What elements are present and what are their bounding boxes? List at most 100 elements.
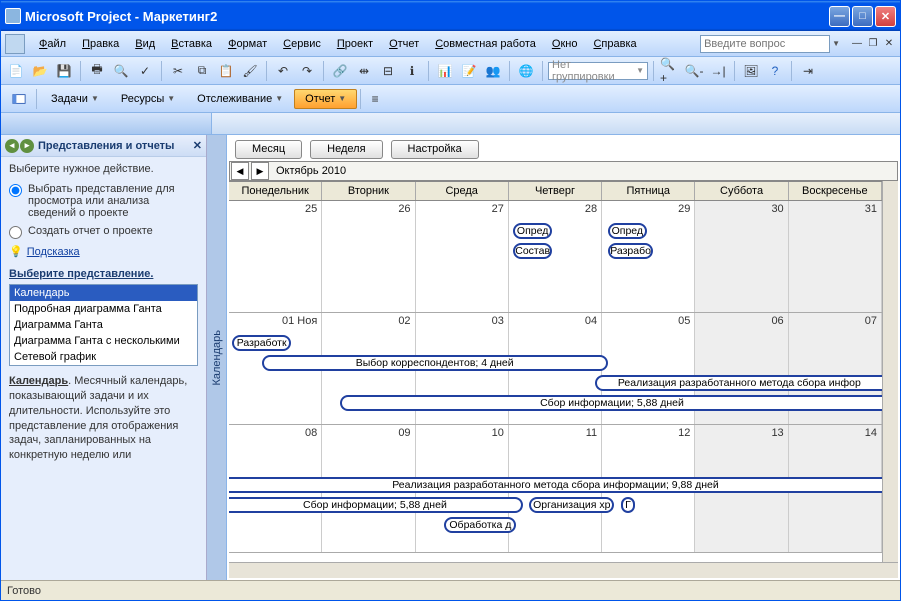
resources-view-button[interactable]: Ресурсы▼ [110, 89, 186, 109]
paste-icon[interactable]: 📋 [215, 60, 237, 82]
next-month-icon[interactable]: ▶ [251, 162, 269, 180]
task-bar[interactable]: Организация хр [529, 497, 614, 513]
guide-prompt: Выберите нужное действие. [9, 163, 198, 175]
menu-file[interactable]: Файл [31, 35, 74, 53]
task-bar[interactable]: Выбор корреспондентов; 4 дней [262, 355, 608, 371]
menu-tools[interactable]: Сервис [275, 35, 329, 53]
toolbar-dropdown-icon[interactable]: ≡ [364, 88, 386, 110]
copy-pic-icon[interactable]: 🖼 [740, 60, 762, 82]
guide-header: ◂ ▸ Представления и отчеты ✕ [1, 135, 206, 157]
task-info-icon[interactable]: 📊 [434, 60, 456, 82]
standard-toolbar: 📄 📂 💾 🖶 🔍 ✓ ✂ ⧉ 📋 🖌 ↶ ↷ 🔗 ⇹ ⊟ ℹ 📊 📝 👥 🌐 … [1, 57, 900, 85]
day-headers: ПонедельникВторникСредаЧетвергПятницаСуб… [229, 181, 882, 201]
copy-icon[interactable]: ⧉ [191, 60, 213, 82]
vertical-view-tab[interactable]: Календарь [207, 135, 227, 580]
task-bar[interactable]: Сбор информации; 5,88 дней [340, 395, 882, 411]
view-bar: Задачи▼ Ресурсы▼ Отслеживание▼ Отчет▼ ≡ [1, 85, 900, 113]
horizontal-scrollbar[interactable] [229, 562, 898, 578]
vertical-scrollbar[interactable] [882, 181, 898, 562]
doc-minimize-icon[interactable]: — [850, 37, 864, 51]
project-icon[interactable] [5, 34, 25, 54]
group-combo[interactable]: Нет группировки▼ [548, 62, 648, 80]
menu-window[interactable]: Окно [544, 35, 586, 53]
save-icon[interactable]: 💾 [53, 60, 75, 82]
radio-select-view[interactable]: Выбрать представление для просмотра или … [9, 183, 198, 219]
menu-format[interactable]: Формат [220, 35, 275, 53]
month-button[interactable]: Месяц [235, 140, 302, 159]
format-painter-icon[interactable]: 🖌 [239, 60, 261, 82]
new-icon[interactable]: 📄 [5, 60, 27, 82]
task-bar[interactable]: Сбор информации; 5,88 дней [229, 497, 523, 513]
help-icon[interactable]: ? [764, 60, 786, 82]
statusbar: Готово [1, 580, 900, 600]
redo-icon[interactable]: ↷ [296, 60, 318, 82]
task-bar[interactable]: Реализация разработанного метода сбора и… [229, 477, 882, 493]
list-item[interactable]: Сетевой график [10, 349, 197, 365]
close-button[interactable]: ✕ [875, 6, 896, 27]
tracking-view-button[interactable]: Отслеживание▼ [186, 89, 294, 109]
menu-view[interactable]: Вид [127, 35, 163, 53]
list-item[interactable]: Диаграмма Ганта с несколькими [10, 333, 197, 349]
doc-close-icon[interactable]: ✕ [882, 37, 896, 51]
assign-icon[interactable]: 👥 [482, 60, 504, 82]
goto-icon[interactable]: →| [707, 60, 729, 82]
task-bar[interactable]: Обработка д [444, 517, 516, 533]
tasks-view-button[interactable]: Задачи▼ [40, 89, 110, 109]
guide-close-icon[interactable]: ✕ [193, 139, 202, 152]
calendar-grid[interactable]: ПонедельникВторникСредаЧетвергПятницаСуб… [229, 181, 882, 562]
week-button[interactable]: Неделя [310, 140, 382, 159]
link-icon[interactable]: 🔗 [329, 60, 351, 82]
task-bar[interactable]: Разработк [232, 335, 291, 351]
view-list[interactable]: Календарь Подробная диаграмма Ганта Диаг… [9, 284, 198, 366]
task-bar[interactable]: Опред [513, 223, 552, 239]
calendar-nav: ◀ ▶ Октябрь 2010 [229, 161, 898, 181]
help-search-input[interactable] [700, 35, 830, 53]
publish-icon[interactable]: 🌐 [515, 60, 537, 82]
task-bar[interactable]: Г [621, 497, 635, 513]
report-view-button[interactable]: Отчет▼ [294, 89, 357, 109]
radio-create-report[interactable]: Создать отчет о проекте [9, 225, 198, 239]
app-icon [5, 8, 21, 24]
preview-icon[interactable]: 🔍 [110, 60, 132, 82]
task-bar[interactable]: Опред [608, 223, 647, 239]
task-bar[interactable]: Состав [513, 243, 552, 259]
bulb-icon: 💡 [9, 245, 23, 258]
guide-title: Представления и отчеты [38, 140, 174, 152]
minimize-button[interactable]: — [829, 6, 850, 27]
task-bar[interactable]: Разрабо [608, 243, 654, 259]
prev-month-icon[interactable]: ◀ [231, 162, 249, 180]
split-icon[interactable]: ⊟ [377, 60, 399, 82]
notes-icon[interactable]: 📝 [458, 60, 480, 82]
titlebar[interactable]: Microsoft Project - Маркетинг2 — □ ✕ [1, 1, 900, 31]
more-icon[interactable]: ⇥ [797, 60, 819, 82]
hint-link[interactable]: Подсказка [27, 246, 80, 258]
task-bar[interactable]: Реализация разработанного метода сбора и… [595, 375, 882, 391]
cut-icon[interactable]: ✂ [167, 60, 189, 82]
menu-insert[interactable]: Вставка [163, 35, 220, 53]
menu-collab[interactable]: Совместная работа [427, 35, 544, 53]
select-view-label: Выберите представление. [9, 268, 198, 280]
print-icon[interactable]: 🖶 [86, 60, 108, 82]
fwd-icon[interactable]: ▸ [20, 139, 34, 153]
menu-edit[interactable]: Правка [74, 35, 127, 53]
spellcheck-icon[interactable]: ✓ [134, 60, 156, 82]
undo-icon[interactable]: ↶ [272, 60, 294, 82]
guide-icon[interactable] [5, 88, 33, 110]
menu-report[interactable]: Отчет [381, 35, 427, 53]
list-item[interactable]: Подробная диаграмма Ганта [10, 301, 197, 317]
list-item[interactable]: Календарь [10, 285, 197, 301]
menu-project[interactable]: Проект [329, 35, 381, 53]
list-item[interactable]: Диаграмма Ганта [10, 317, 197, 333]
custom-button[interactable]: Настройка [391, 140, 479, 159]
app-window: Microsoft Project - Маркетинг2 — □ ✕ Фай… [0, 0, 901, 601]
menu-help[interactable]: Справка [585, 35, 644, 53]
info-icon[interactable]: ℹ [401, 60, 423, 82]
zoom-out-icon[interactable]: 🔍- [683, 60, 705, 82]
zoom-in-icon[interactable]: 🔍+ [659, 60, 681, 82]
doc-restore-icon[interactable]: ❐ [866, 37, 880, 51]
week-row: 01 Ноя 02 03 04 05 06 07 Разработк Выбор… [229, 313, 882, 425]
unlink-icon[interactable]: ⇹ [353, 60, 375, 82]
back-icon[interactable]: ◂ [5, 139, 19, 153]
maximize-button[interactable]: □ [852, 6, 873, 27]
open-icon[interactable]: 📂 [29, 60, 51, 82]
